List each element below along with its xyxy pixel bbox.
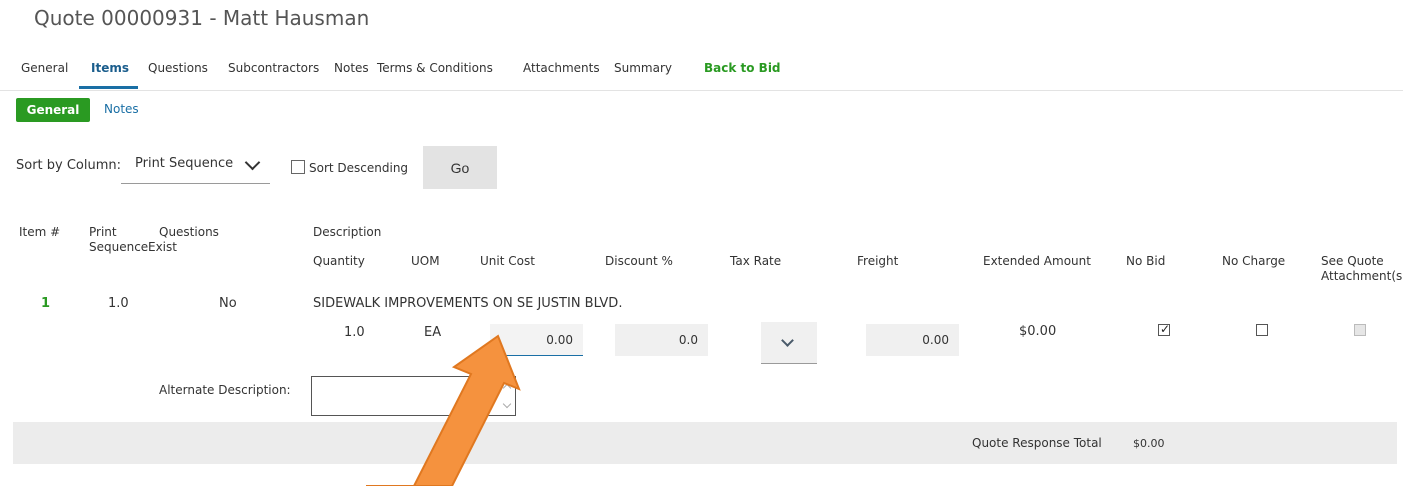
go-button[interactable]: Go [423, 146, 497, 189]
scroll-up-icon [502, 383, 512, 393]
col-unit-cost: Unit Cost [480, 254, 535, 268]
tax-rate-select[interactable] [761, 322, 817, 364]
tab-general[interactable]: General [21, 61, 68, 75]
col-questions-exist: Questions Exist [148, 225, 219, 254]
col-item-num: Item # [19, 225, 61, 239]
item-quantity: 1.0 [344, 325, 365, 340]
col-quantity: Quantity [313, 254, 365, 268]
discount-input[interactable]: 0.0 [615, 324, 708, 356]
sort-column-value: Print Sequence [135, 156, 234, 171]
chevron-down-icon [781, 334, 794, 347]
no-charge-checkbox[interactable] [1256, 324, 1268, 336]
alternate-description-textarea[interactable] [311, 376, 516, 416]
col-no-charge: No Charge [1222, 254, 1286, 268]
col-no-bid: No Bid [1126, 254, 1166, 268]
unit-cost-value: 0.00 [546, 332, 573, 347]
quote-total-bar: Quote Response Total $0.00 [13, 422, 1397, 464]
sort-by-label: Sort by Column: [16, 158, 122, 173]
quote-response-total-value: $0.00 [1133, 437, 1165, 450]
item-questions-exist: No [219, 296, 237, 311]
col-discount: Discount % [605, 254, 673, 268]
textarea-scroll-arrows[interactable] [502, 379, 512, 413]
alternate-description-label: Alternate Description: [159, 383, 291, 397]
quote-response-total-label: Quote Response Total [972, 436, 1102, 450]
col-tax-rate: Tax Rate [730, 254, 782, 268]
tab-subcontractors[interactable]: Subcontractors [228, 61, 319, 75]
col-extended-amount: Extended Amount [983, 254, 1091, 268]
sort-column-select[interactable]: Print Sequence [121, 145, 270, 184]
col-see-quote-attachments: See Quote Attachment(s) [1321, 254, 1403, 283]
page-title: Quote 00000931 - Matt Hausman [34, 6, 370, 30]
freight-value: 0.00 [922, 333, 949, 347]
scroll-down-icon [502, 399, 512, 409]
tab-attachments[interactable]: Attachments [523, 61, 600, 75]
tab-bar: General Items Questions Subcontractors N… [0, 58, 1403, 91]
item-print-sequence: 1.0 [108, 296, 129, 311]
tab-summary[interactable]: Summary [614, 61, 672, 75]
item-extended-amount: $0.00 [1019, 324, 1057, 339]
col-print-sequence: Print Sequence [89, 225, 149, 254]
item-number-link[interactable]: 1 [41, 296, 50, 311]
col-uom: UOM [411, 254, 440, 268]
sort-descending-label: Sort Descending [309, 161, 409, 175]
col-freight: Freight [857, 254, 899, 268]
back-to-bid-link[interactable]: Back to Bid [704, 61, 781, 75]
item-description: SIDEWALK IMPROVEMENTS ON SE JUSTIN BLVD. [313, 296, 623, 311]
col-description: Description [313, 225, 382, 239]
item-uom: EA [424, 325, 442, 340]
sort-descending-checkbox[interactable] [291, 160, 305, 174]
subtab-notes[interactable]: Notes [104, 102, 139, 116]
unit-cost-input[interactable]: 0.00 [490, 324, 583, 356]
check-icon: ✓ [1160, 322, 1171, 336]
subtab-general[interactable]: General [16, 98, 90, 122]
freight-input[interactable]: 0.00 [866, 324, 959, 356]
tab-terms-conditions[interactable]: Terms & Conditions [377, 61, 493, 75]
discount-value: 0.0 [678, 333, 698, 347]
active-tab-indicator [79, 86, 138, 89]
tab-items[interactable]: Items [91, 61, 129, 75]
tab-notes[interactable]: Notes [334, 61, 369, 75]
see-quote-attachments-checkbox [1354, 324, 1366, 336]
chevron-down-icon [244, 154, 261, 171]
tab-questions[interactable]: Questions [148, 61, 208, 75]
no-bid-checkbox[interactable]: ✓ [1158, 322, 1171, 336]
